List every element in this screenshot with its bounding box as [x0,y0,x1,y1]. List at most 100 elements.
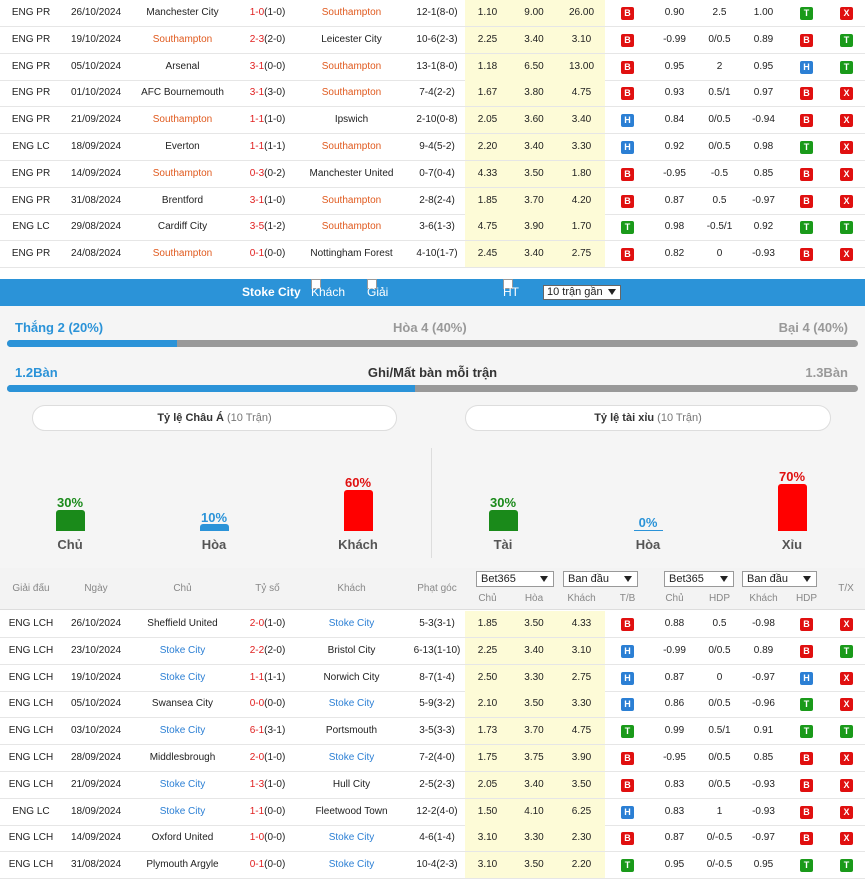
home-team[interactable]: Southampton [130,241,235,267]
away-team[interactable]: Hull City [300,772,403,798]
home-team[interactable]: Middlesbrough [130,745,235,771]
league[interactable]: ENG PR [0,188,62,214]
home-team[interactable]: Stoke City [130,665,235,691]
score[interactable]: 0-1(0-0) [235,241,300,267]
score[interactable]: 1-0(0-0) [235,825,300,851]
league[interactable]: ENG LC [0,134,62,160]
home-team[interactable]: Stoke City [130,718,235,744]
league[interactable]: ENG PR [0,0,62,26]
score[interactable]: 2-0(1-0) [235,745,300,771]
away-team[interactable]: Stoke City [300,691,403,717]
away-team[interactable]: Leicester City [300,27,403,53]
away-team[interactable]: Stoke City [300,825,403,851]
home-team[interactable]: Arsenal [130,54,235,80]
home-team[interactable]: Brentford [130,188,235,214]
tx-result-badge: X [840,805,853,819]
home-team[interactable]: Sheffield United [130,611,235,637]
away-team[interactable]: Southampton [300,54,403,80]
away-team[interactable]: Norwich City [300,665,403,691]
score[interactable]: 0-0(0-0) [235,691,300,717]
home-team[interactable]: Everton [130,134,235,160]
score[interactable]: 3-1(3-0) [235,80,300,106]
league[interactable]: ENG PR [0,107,62,133]
league[interactable]: ENG PR [0,241,62,267]
home-team[interactable]: Plymouth Argyle [130,852,235,878]
score[interactable]: 0-1(0-0) [235,852,300,878]
match-row: ENG PR 01/10/2024 AFC Bournemouth 3-1(3-0) S… [0,80,865,108]
hdp-result-badge: H [800,60,813,74]
league[interactable]: ENG PR [0,80,62,106]
home-team[interactable]: Stoke City [130,638,235,664]
match-count-select[interactable]: 10 trận gần [543,285,621,300]
home-team[interactable]: Southampton [130,107,235,133]
away-team[interactable]: Bristol City [300,638,403,664]
score[interactable]: 2-3(2-0) [235,27,300,53]
league[interactable]: ENG LCH [0,772,62,798]
home-team[interactable]: Swansea City [130,691,235,717]
league[interactable]: ENG LCH [0,718,62,744]
odds-away: 4.75 [571,725,592,737]
league[interactable]: ENG LCH [0,665,62,691]
away-team[interactable]: Southampton [300,0,403,26]
hdp-book-select[interactable]: Bet365 [664,571,734,587]
odds-draw: 3.70 [524,725,544,737]
score[interactable]: 1-1(1-1) [235,134,300,160]
home-team[interactable]: Manchester City [130,0,235,26]
score[interactable]: 3-5(1-2) [235,214,300,240]
score[interactable]: 0-3(0-2) [235,161,300,187]
away-team[interactable]: Southampton [300,188,403,214]
away-team[interactable]: Southampton [300,214,403,240]
hdp-away: 0.98 [753,141,774,152]
date: 01/10/2024 [70,87,122,99]
league[interactable]: ENG LCH [0,691,62,717]
ou-under-bar [778,484,807,531]
away-team[interactable]: Ipswich [300,107,403,133]
score[interactable]: 6-1(3-1) [235,718,300,744]
full-time-score: 1-0 [249,832,265,844]
league[interactable]: ENG PR [0,54,62,80]
away-team[interactable]: Stoke City [300,611,403,637]
ou-over-pct: 30% [489,495,517,510]
odds-away: 3.10 [571,33,592,45]
score[interactable]: 1-1(1-1) [235,665,300,691]
home-team[interactable]: AFC Bournemouth [130,80,235,106]
league[interactable]: ENG PR [0,27,62,53]
away-team[interactable]: Portsmouth [300,718,403,744]
home-team[interactable]: Oxford United [130,825,235,851]
score[interactable]: 1-1(0-0) [235,799,300,825]
score[interactable]: 1-0(1-0) [235,0,300,26]
home-team[interactable]: Cardiff City [130,214,235,240]
league[interactable]: ENG LCH [0,745,62,771]
hdp-type-select[interactable]: Ban đầu [742,571,817,587]
away-team[interactable]: Stoke City [300,852,403,878]
home-team[interactable]: Southampton [130,161,235,187]
league[interactable]: ENG LCH [0,611,62,637]
away-team[interactable]: Manchester United [300,161,403,187]
half-time-score: (0-0) [264,248,286,260]
score[interactable]: 3-1(0-0) [235,54,300,80]
score[interactable]: 1-3(1-0) [235,772,300,798]
odds-book-select[interactable]: Bet365 [476,571,554,587]
away-team[interactable]: Nottingham Forest [300,241,403,267]
hdp-away: 0.89 [753,33,774,45]
score[interactable]: 2-0(1-0) [235,611,300,637]
home-team[interactable]: Stoke City [130,799,235,825]
score[interactable]: 3-1(1-0) [235,188,300,214]
away-team[interactable]: Southampton [300,134,403,160]
away-team[interactable]: Southampton [300,80,403,106]
hdp-away: -0.97 [752,194,775,206]
hdp-away: -0.93 [752,805,775,817]
league[interactable]: ENG LC [0,214,62,240]
away-team[interactable]: Fleetwood Town [300,799,403,825]
league[interactable]: ENG LC [0,799,62,825]
league[interactable]: ENG LCH [0,825,62,851]
home-team[interactable]: Stoke City [130,772,235,798]
home-team[interactable]: Southampton [130,27,235,53]
league[interactable]: ENG LCH [0,638,62,664]
league[interactable]: ENG LCH [0,852,62,878]
odds-type-select[interactable]: Ban đầu [563,571,638,587]
league[interactable]: ENG PR [0,161,62,187]
away-team[interactable]: Stoke City [300,745,403,771]
score[interactable]: 1-1(1-0) [235,107,300,133]
score[interactable]: 2-2(2-0) [235,638,300,664]
